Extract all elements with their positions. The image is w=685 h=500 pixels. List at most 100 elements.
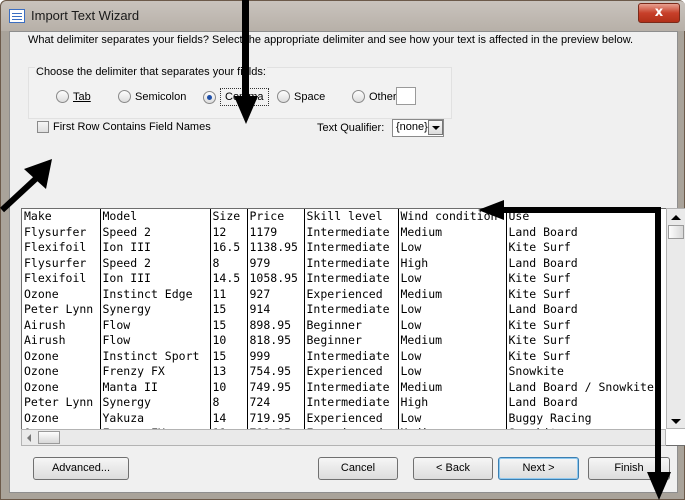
table-cell: 914 bbox=[247, 302, 305, 318]
table-cell: Snowkite bbox=[508, 364, 564, 378]
chevron-down-icon[interactable] bbox=[428, 120, 443, 135]
table-cell: Kite Surf bbox=[508, 333, 571, 347]
table-cell: Buggy Racing bbox=[508, 410, 592, 425]
import-text-wizard-window: Import Text Wizard x What delimiter sepa… bbox=[0, 0, 685, 500]
table-cell: 14.5 bbox=[210, 271, 248, 287]
back-button[interactable]: < Back bbox=[413, 457, 493, 480]
table-cell: Medium bbox=[398, 333, 507, 349]
table-cell: Medium bbox=[398, 286, 507, 302]
table-cell: Ozone bbox=[22, 286, 101, 302]
radio-space[interactable]: Space bbox=[277, 90, 325, 103]
radio-space-dot[interactable] bbox=[277, 90, 290, 103]
radio-tab-label: Tab bbox=[73, 90, 91, 103]
radio-other[interactable]: Other: bbox=[352, 90, 400, 103]
table-cell: 14 bbox=[210, 410, 248, 426]
table-cell: Land Board bbox=[508, 395, 578, 409]
table-cell: Synergy bbox=[100, 302, 211, 318]
table-cell: 1179 bbox=[247, 224, 305, 240]
table-cell: Peter Lynn bbox=[22, 302, 101, 318]
table-cell: High bbox=[398, 255, 507, 271]
table-cell: Price bbox=[247, 209, 305, 225]
table-cell: Instinct Edge bbox=[100, 286, 211, 302]
radio-comma-dot[interactable] bbox=[203, 90, 216, 104]
radio-tab[interactable]: Tab bbox=[56, 90, 91, 103]
table-cell: 898.95 bbox=[247, 317, 305, 333]
table-cell: Experienced bbox=[304, 286, 399, 302]
table-row: Ozone Frenzy FX 13 754.95 Experienced Low Snow… bbox=[22, 364, 666, 380]
table-cell: Peter Lynn bbox=[22, 395, 101, 411]
table-cell: Kite Surf bbox=[508, 286, 571, 301]
table-cell: Intermediate bbox=[304, 379, 399, 395]
table-cell: Medium bbox=[398, 224, 507, 240]
table-cell: 12 bbox=[210, 224, 248, 240]
preview-table: Make Model Size Price Skill level Wind condit… bbox=[22, 209, 666, 442]
table-cell: 754.95 bbox=[247, 364, 305, 380]
table-cell: Manta II bbox=[100, 379, 211, 395]
table-cell: Ozone bbox=[22, 410, 101, 426]
table-row: Flysurfer Speed 2 12 1179 Intermediate Medium… bbox=[22, 224, 666, 240]
preview-horizontal-scrollbar[interactable] bbox=[21, 429, 666, 446]
preview-vertical-scrollbar[interactable] bbox=[666, 208, 685, 429]
text-qualifier-value: {none} bbox=[396, 121, 428, 133]
table-cell: 15 bbox=[210, 302, 248, 318]
scroll-up-icon[interactable] bbox=[671, 215, 681, 220]
table-cell: Synergy bbox=[100, 395, 211, 411]
close-button[interactable]: x bbox=[638, 3, 680, 23]
table-row: Peter Lynn Synergy 8 724 Intermediate High Lan… bbox=[22, 395, 666, 411]
instruction-text: What delimiter separates your fields? Se… bbox=[28, 34, 634, 46]
table-cell: Kite Surf bbox=[508, 271, 571, 285]
preview-grid[interactable]: Make Model Size Price Skill level Wind condit… bbox=[21, 208, 685, 446]
horizontal-scroll-thumb[interactable] bbox=[38, 431, 60, 444]
table-cell: Beginner bbox=[304, 317, 399, 333]
table-cell: Ozone bbox=[22, 348, 101, 364]
table-cell: Airush bbox=[22, 317, 101, 333]
table-cell: Land Board bbox=[508, 255, 578, 270]
table-cell: 11 bbox=[210, 286, 248, 302]
table-cell: Low bbox=[398, 302, 507, 318]
table-row: Ozone Instinct Edge 11 927 Experienced Medium… bbox=[22, 286, 666, 302]
annotation-arrow-use-vbar bbox=[655, 207, 661, 478]
table-row: Ozone Instinct Sport 15 999 Intermediate Low K… bbox=[22, 348, 666, 364]
table-cell: 10 bbox=[210, 379, 248, 395]
first-row-checkbox-box[interactable] bbox=[37, 121, 49, 133]
radio-semicolon-label: Semicolon bbox=[135, 90, 187, 103]
table-cell: Speed 2 bbox=[100, 224, 211, 240]
table-cell: Ion III bbox=[100, 271, 211, 287]
table-cell: 979 bbox=[247, 255, 305, 271]
radio-semicolon[interactable]: Semicolon bbox=[118, 90, 186, 103]
vertical-scroll-thumb[interactable] bbox=[668, 225, 684, 239]
delimiter-group-label: Choose the delimiter that separates your… bbox=[35, 66, 267, 78]
radio-other-dot[interactable] bbox=[352, 90, 365, 103]
table-cell: Low bbox=[398, 364, 507, 380]
table-cell: Instinct Sport bbox=[100, 348, 211, 364]
table-cell: Low bbox=[398, 271, 507, 287]
table-cell: High bbox=[398, 395, 507, 411]
radio-tab-dot[interactable] bbox=[56, 90, 69, 103]
table-cell: 8 bbox=[210, 255, 248, 271]
scroll-down-icon[interactable] bbox=[671, 419, 681, 424]
cancel-button[interactable]: Cancel bbox=[318, 457, 398, 480]
text-qualifier-label: Text Qualifier: bbox=[317, 122, 385, 134]
radio-semicolon-dot[interactable] bbox=[118, 90, 131, 103]
table-cell: Land Board / Snowkite bbox=[508, 379, 654, 394]
table-cell: Kite Surf bbox=[508, 317, 571, 332]
other-delimiter-input[interactable] bbox=[396, 87, 416, 105]
table-row: Airush Flow 10 818.95 Beginner Medium Kite Sur… bbox=[22, 333, 666, 349]
annotation-arrow-comma-head bbox=[234, 96, 258, 124]
table-cell: 1058.95 bbox=[247, 271, 305, 287]
table-row: Ozone Yakuza 14 719.95 Experienced Low Buggy R… bbox=[22, 410, 666, 426]
table-cell: Speed 2 bbox=[100, 255, 211, 271]
first-row-field-names-checkbox[interactable]: First Row Contains Field Names bbox=[37, 121, 211, 133]
table-cell: Airush bbox=[22, 333, 101, 349]
form-icon bbox=[9, 9, 25, 23]
next-button[interactable]: Next > bbox=[498, 457, 579, 480]
table-cell: 719.95 bbox=[247, 410, 305, 426]
table-cell: Ion III bbox=[100, 240, 211, 256]
title-bar[interactable]: Import Text Wizard x bbox=[1, 1, 685, 31]
table-cell: Intermediate bbox=[304, 224, 399, 240]
radio-space-label: Space bbox=[294, 90, 326, 103]
table-cell: Intermediate bbox=[304, 302, 399, 318]
scroll-left-icon[interactable] bbox=[27, 434, 31, 442]
advanced-button[interactable]: Advanced... bbox=[33, 457, 129, 480]
annotation-arrow-checkbox bbox=[0, 159, 52, 213]
